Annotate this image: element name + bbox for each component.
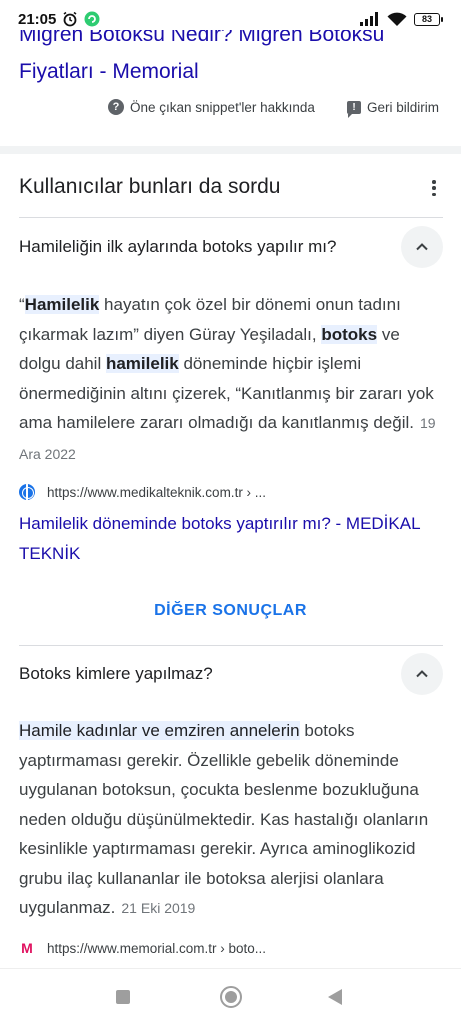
paa-title: Kullanıcılar bunları da sordu bbox=[19, 175, 281, 198]
paa-question-2[interactable]: Botoks kimlere yapılmaz? bbox=[19, 653, 443, 695]
highlight-term: botoks bbox=[321, 324, 378, 344]
status-right-icons: 83 bbox=[360, 12, 443, 27]
result-title-line1[interactable]: Migren Botoksu Nedir? Migren Botoksu bbox=[19, 30, 384, 47]
highlight-term: Hamile kadınlar ve emziren annelerin bbox=[19, 721, 300, 740]
about-snippets-button[interactable]: ? Öne çıkan snippet'ler hakkında bbox=[108, 99, 315, 115]
status-left-icons bbox=[62, 11, 100, 27]
alarm-icon bbox=[63, 11, 77, 27]
globe-icon bbox=[19, 484, 35, 500]
top-result: Migren Botoksu Nedir? Migren Botoksu Fiy… bbox=[0, 30, 461, 150]
chevron-up-icon[interactable] bbox=[401, 653, 443, 695]
more-options-icon[interactable] bbox=[426, 178, 442, 198]
question-text: Hamileliğin ilk aylarında botoks yapılır… bbox=[19, 237, 337, 256]
source-url[interactable]: https://www.memorial.com.tr › boto... bbox=[47, 941, 266, 956]
section-divider bbox=[0, 146, 461, 154]
paa-answer-1: “Hamilelik hayatın çok özel bir dönemi o… bbox=[19, 295, 436, 462]
paa-question-1[interactable]: Hamileliğin ilk aylarında botoks yapılır… bbox=[19, 226, 443, 268]
more-results-button[interactable]: DİĞER SONUÇLAR bbox=[0, 602, 461, 620]
recents-icon[interactable] bbox=[116, 990, 130, 1004]
navigation-bar bbox=[0, 968, 461, 1024]
wifi-icon bbox=[387, 12, 407, 26]
app-notification-icon bbox=[84, 11, 100, 27]
status-time: 21:05 bbox=[18, 10, 57, 28]
result-link-1[interactable]: Hamilelik döneminde botoks yaptırılır mı… bbox=[19, 509, 443, 569]
about-snippets-label: Öne çıkan snippet'ler hakkında bbox=[130, 99, 315, 115]
highlight-term: hamilelik bbox=[105, 354, 179, 373]
result-title-line2[interactable]: Fiyatları - Memorial bbox=[19, 60, 199, 84]
divider bbox=[19, 645, 443, 646]
question-text: Botoks kimlere yapılmaz? bbox=[19, 664, 213, 683]
divider bbox=[19, 217, 443, 218]
highlight-term: Hamilelik bbox=[24, 295, 100, 314]
home-icon[interactable] bbox=[220, 986, 242, 1008]
feedback-icon: ! bbox=[347, 100, 361, 118]
source-url[interactable]: https://www.medikalteknik.com.tr › ... bbox=[47, 485, 266, 500]
back-icon[interactable] bbox=[328, 989, 342, 1005]
source-row-1[interactable]: https://www.medikalteknik.com.tr › ... bbox=[19, 484, 266, 500]
signal-icon bbox=[360, 12, 378, 26]
source-row-2[interactable]: M https://www.memorial.com.tr › boto... bbox=[19, 940, 266, 956]
feedback-label: Geri bildirim bbox=[367, 99, 440, 115]
help-icon: ? bbox=[108, 99, 124, 115]
answer-date: 21 Eki 2019 bbox=[121, 900, 196, 916]
battery-icon: 83 bbox=[414, 12, 443, 26]
feedback-button[interactable]: ! Geri bildirim bbox=[347, 99, 440, 118]
clipped-title-wrap: Migren Botoksu Nedir? Migren Botoksu bbox=[0, 30, 461, 50]
battery-level: 83 bbox=[414, 12, 440, 26]
paa-answer-2: Hamile kadınlar ve emziren annelerin bot… bbox=[19, 721, 429, 917]
memorial-logo-icon: M bbox=[21, 940, 33, 956]
chevron-up-icon[interactable] bbox=[401, 226, 443, 268]
